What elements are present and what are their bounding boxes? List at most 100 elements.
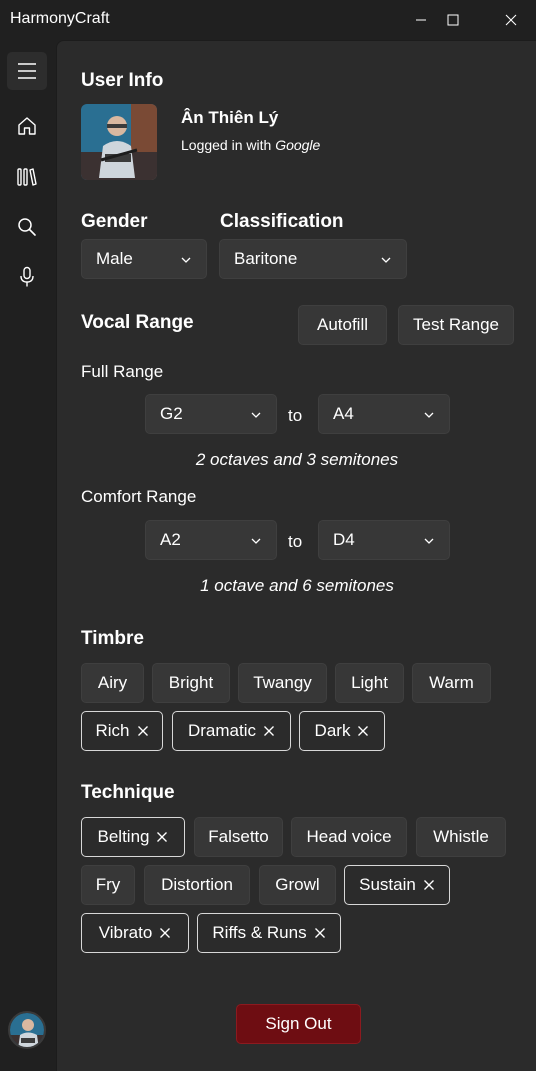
search-icon	[18, 218, 36, 236]
classification-dropdown[interactable]: Baritone	[219, 239, 407, 279]
sidebar-item-home[interactable]	[7, 107, 47, 145]
maximize-icon	[447, 14, 459, 26]
timbre-chip-label: Airy	[97, 673, 128, 692]
library-icon	[17, 168, 37, 186]
chevron-down-icon	[424, 412, 434, 418]
chevron-down-icon	[181, 257, 191, 263]
classification-label: Classification	[220, 211, 344, 232]
remove-icon[interactable]	[423, 879, 435, 891]
technique-chip[interactable]: Fry	[81, 865, 135, 905]
timbre-chip-label: Light	[351, 673, 388, 692]
comfort-range-to-text: to	[288, 532, 303, 551]
technique-chip[interactable]: Vibrato	[81, 913, 189, 953]
main-panel: User Info Ân Thiên Lý Logged in with Goo…	[56, 40, 536, 1071]
timbre-chip-label: Twangy	[253, 673, 312, 692]
timbre-chip-label: Rich	[95, 721, 130, 740]
chevron-down-icon	[251, 412, 261, 418]
home-icon	[18, 117, 36, 135]
technique-chip-label: Fry	[95, 875, 121, 894]
sidebar-item-search[interactable]	[7, 208, 47, 246]
timbre-chip-label: Bright	[168, 673, 214, 692]
comfort-range-label: Comfort Range	[81, 487, 197, 506]
chevron-down-icon	[424, 538, 434, 544]
user-name: Ân Thiên Lý	[181, 108, 279, 127]
timbre-chip[interactable]: Dramatic	[172, 711, 291, 751]
account-avatar[interactable]	[8, 1011, 46, 1049]
microphone-icon	[20, 266, 34, 287]
technique-chip[interactable]: Sustain	[344, 865, 450, 905]
technique-chip-label: Falsetto	[208, 827, 269, 846]
technique-chip-label: Riffs & Runs	[212, 923, 307, 942]
full-range-to-value: A4	[333, 404, 354, 423]
chevron-down-icon	[381, 257, 391, 263]
technique-chip-label: Sustain	[359, 875, 416, 894]
technique-chip-label: Belting	[97, 827, 150, 846]
timbre-chip[interactable]: Warm	[412, 663, 491, 703]
technique-chip[interactable]: Distortion	[144, 865, 250, 905]
timbre-chip[interactable]: Twangy	[238, 663, 327, 703]
autofill-button[interactable]: Autofill	[298, 305, 387, 345]
remove-icon[interactable]	[159, 927, 171, 939]
sidebar-item-microphone[interactable]	[7, 258, 47, 296]
technique-chip[interactable]: Head voice	[291, 817, 407, 857]
timbre-chip-label: Dramatic	[187, 721, 256, 740]
full-range-from-value: G2	[160, 404, 183, 423]
login-status: Logged in with Google	[181, 137, 320, 153]
login-prefix: Logged in with	[181, 137, 276, 153]
remove-icon[interactable]	[263, 725, 275, 737]
user-info-heading: User Info	[81, 70, 164, 91]
avatar-image	[10, 1013, 44, 1047]
profile-photo	[81, 104, 157, 180]
close-icon	[505, 14, 517, 26]
timbre-chip[interactable]: Bright	[152, 663, 230, 703]
technique-chip[interactable]: Riffs & Runs	[197, 913, 341, 953]
technique-chip-label: Distortion	[161, 875, 233, 894]
full-range-to-dropdown[interactable]: A4	[318, 394, 450, 434]
technique-chip-label: Head voice	[306, 827, 392, 846]
full-range-label: Full Range	[81, 362, 164, 381]
sidebar	[0, 40, 56, 1071]
title-bar: HarmonyCraft	[0, 0, 536, 40]
maximize-button[interactable]	[424, 0, 482, 40]
timbre-chip[interactable]: Light	[335, 663, 404, 703]
test-range-button[interactable]: Test Range	[398, 305, 514, 345]
gender-value: Male	[96, 249, 133, 268]
timbre-chip-label: Warm	[429, 673, 474, 692]
timbre-chip-label: Dark	[314, 721, 351, 740]
remove-icon[interactable]	[137, 725, 149, 737]
full-range-to-text: to	[288, 406, 303, 425]
timbre-chip[interactable]: Rich	[81, 711, 163, 751]
remove-icon[interactable]	[156, 831, 168, 843]
technique-chip[interactable]: Growl	[259, 865, 336, 905]
gender-dropdown[interactable]: Male	[81, 239, 207, 279]
timbre-chip[interactable]: Airy	[81, 663, 144, 703]
comfort-range-to-dropdown[interactable]: D4	[318, 520, 450, 560]
chevron-down-icon	[251, 538, 261, 544]
app-title: HarmonyCraft	[10, 10, 110, 27]
full-range-summary: 2 octaves and 3 semitones	[195, 450, 399, 469]
timbre-heading: Timbre	[81, 628, 145, 649]
technique-chip[interactable]: Whistle	[416, 817, 506, 857]
classification-value: Baritone	[234, 249, 298, 268]
hamburger-icon	[18, 63, 36, 79]
technique-chip[interactable]: Belting	[81, 817, 185, 857]
technique-chip-label: Vibrato	[98, 923, 153, 942]
timbre-chip[interactable]: Dark	[299, 711, 385, 751]
sidebar-menu-button[interactable]	[7, 52, 47, 90]
technique-heading: Technique	[81, 782, 175, 803]
vocal-range-heading: Vocal Range	[81, 312, 194, 333]
full-range-from-dropdown[interactable]: G2	[145, 394, 277, 434]
technique-chip[interactable]: Falsetto	[194, 817, 283, 857]
remove-icon[interactable]	[357, 725, 369, 737]
sign-out-button[interactable]: Sign Out	[236, 1004, 361, 1044]
close-button[interactable]	[482, 0, 536, 40]
comfort-range-from-dropdown[interactable]: A2	[145, 520, 277, 560]
login-provider: Google	[275, 137, 321, 153]
remove-icon[interactable]	[314, 927, 326, 939]
technique-chip-label: Growl	[275, 875, 320, 894]
comfort-range-summary: 1 octave and 6 semitones	[200, 576, 394, 595]
comfort-range-from-value: A2	[160, 530, 181, 549]
sidebar-item-library[interactable]	[7, 158, 47, 196]
gender-label: Gender	[81, 211, 148, 232]
technique-chip-label: Whistle	[433, 827, 489, 846]
